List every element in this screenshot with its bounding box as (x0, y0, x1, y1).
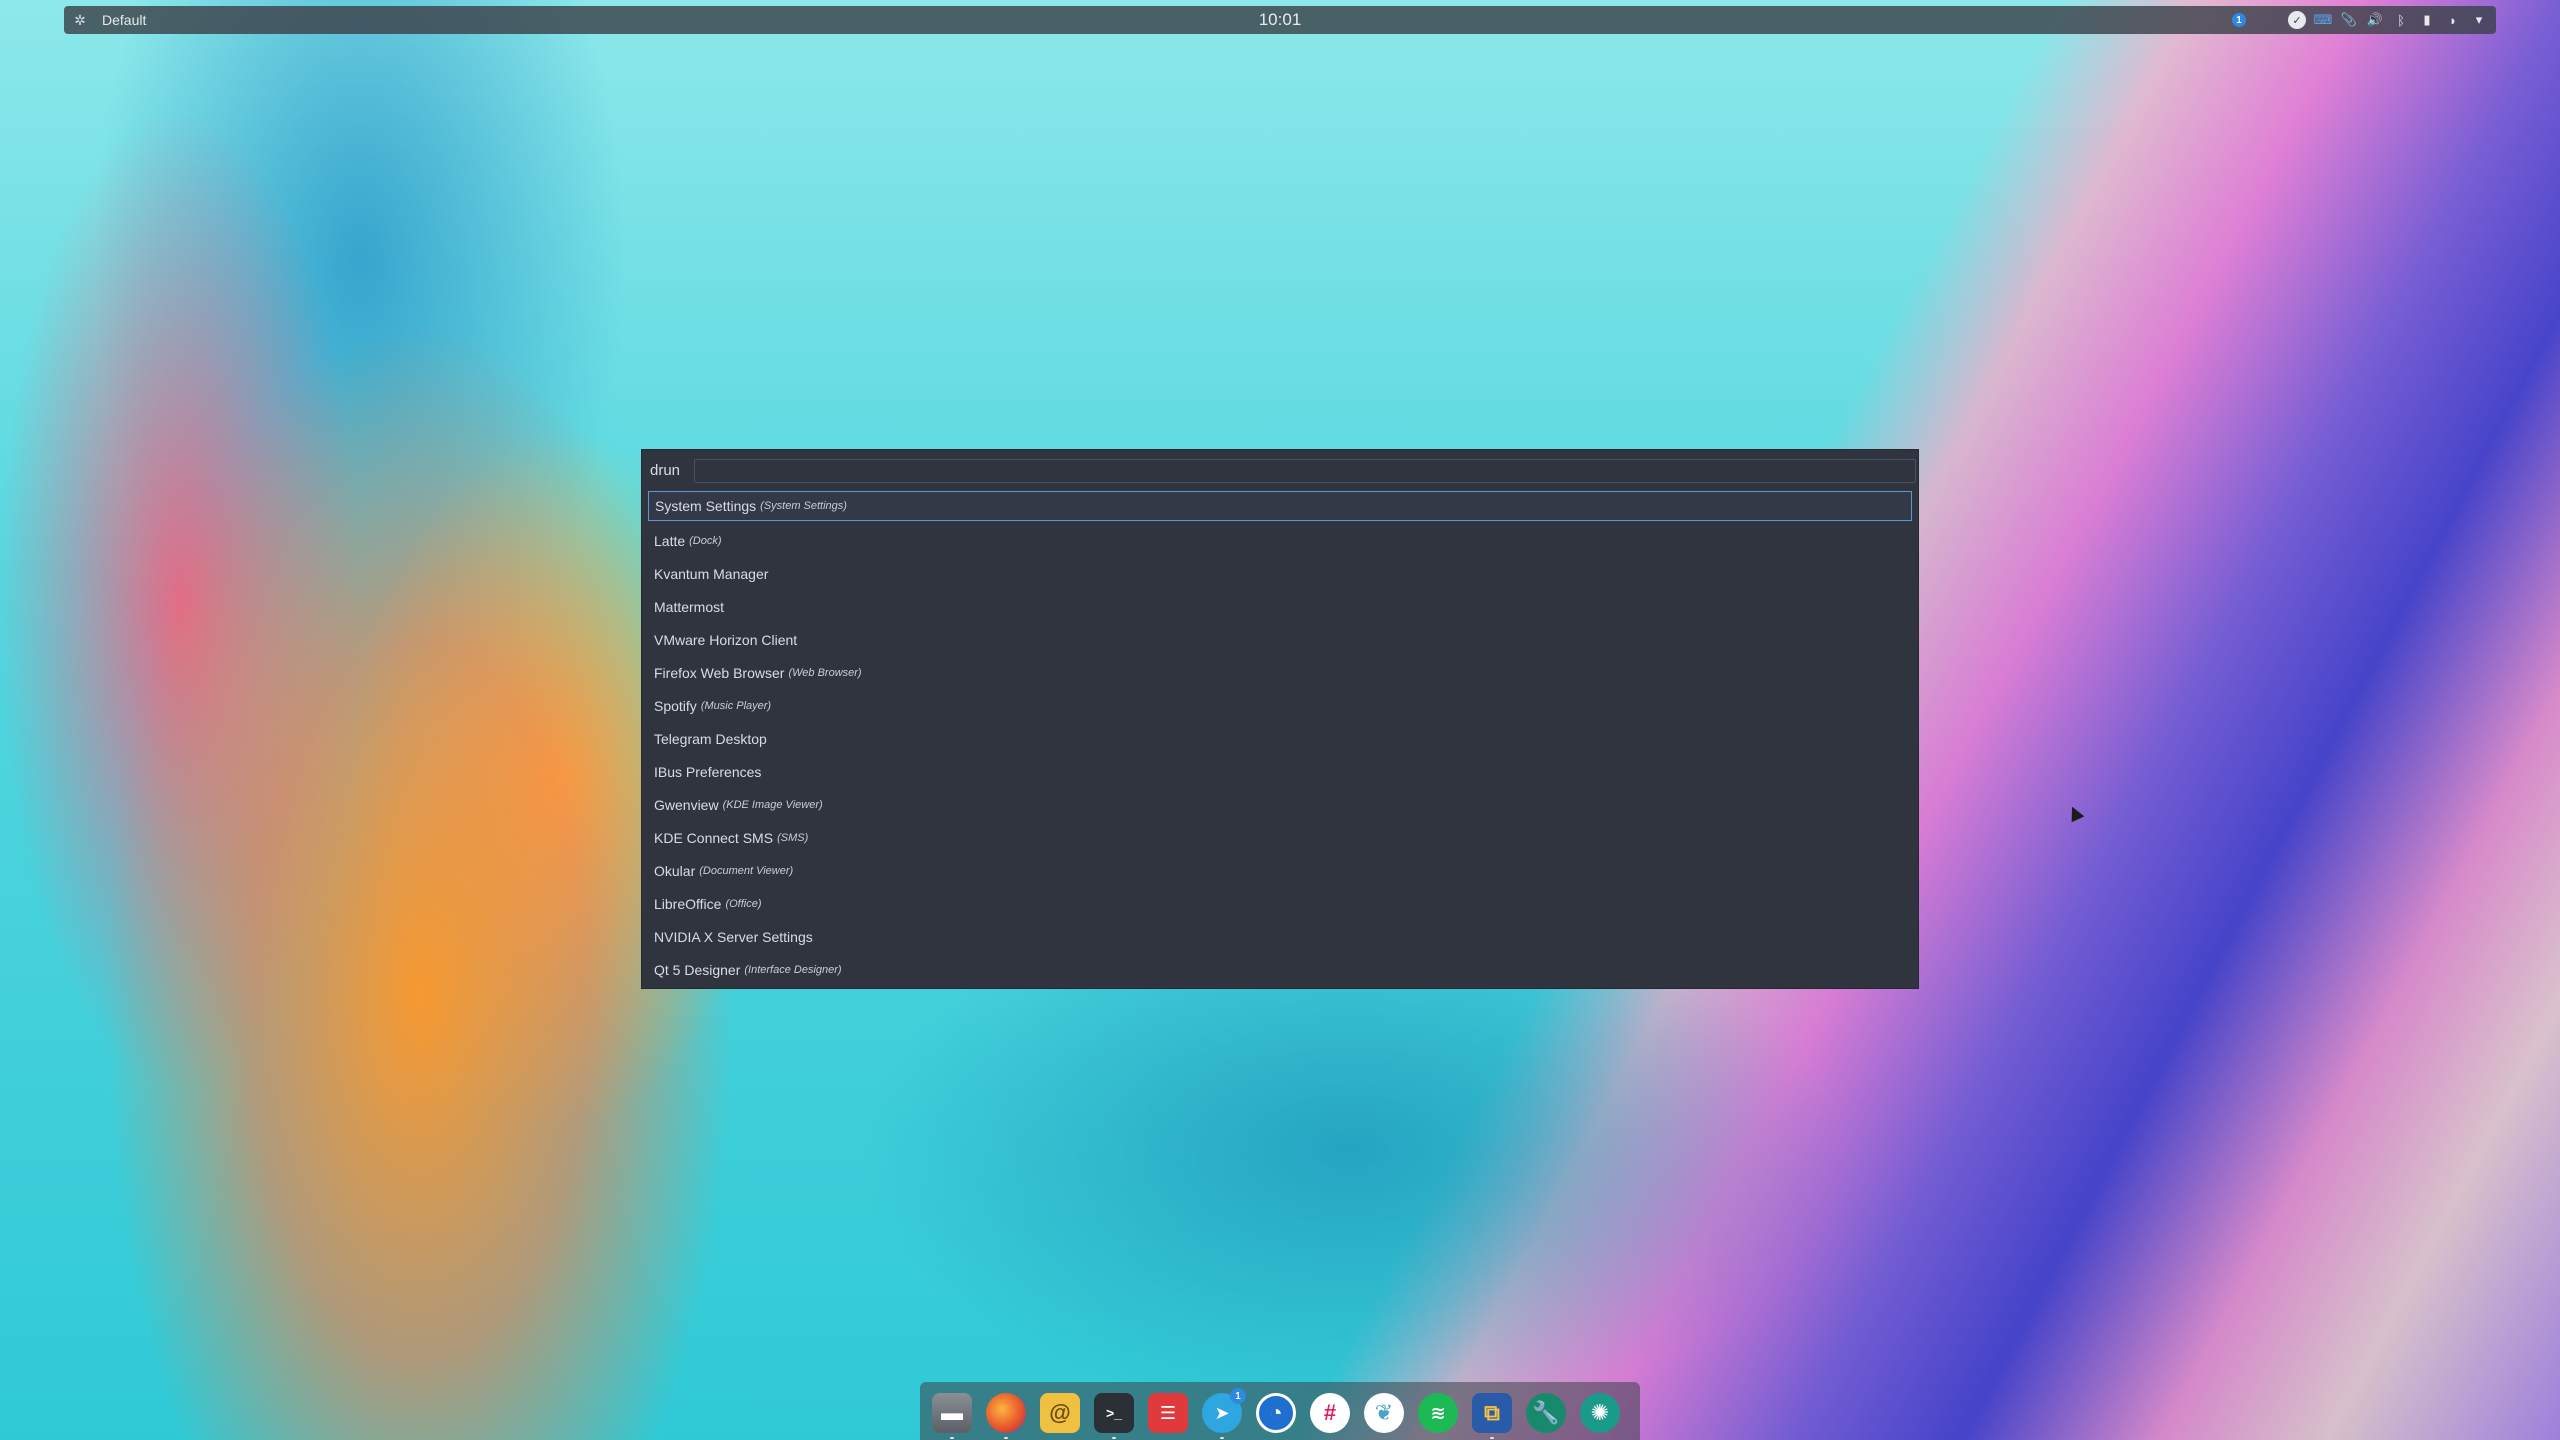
spotify-icon[interactable]: ≋ (1418, 1393, 1458, 1433)
result-generic-name: (Interface Designer) (744, 963, 842, 976)
checkmark-icon[interactable]: ✓ (2288, 11, 2306, 29)
coral-app-icon[interactable]: ❦ (1364, 1393, 1404, 1433)
clock[interactable]: 10:01 (1259, 10, 1302, 30)
launcher-result[interactable]: Firefox Web Browser (Web Browser) (648, 656, 1912, 689)
launcher-result[interactable]: Gwenview (KDE Image Viewer) (648, 788, 1912, 821)
result-name: Qt 5 Designer (654, 961, 741, 978)
battery-icon[interactable]: ▮ (2418, 11, 2436, 29)
wifi-icon[interactable]: ◗ (2444, 11, 2462, 29)
system-tray: 1 ✓ ⌨ 📎 🔊 ᛒ ▮ ◗ ▾ (2232, 9, 2488, 31)
result-name: LibreOffice (654, 895, 722, 912)
mode-label: drun (650, 462, 681, 479)
launcher-result[interactable]: Qt 5 Designer (Interface Designer) (648, 953, 1912, 986)
result-name: Latte (654, 532, 686, 549)
launcher-result[interactable]: Latte (Dock) (648, 524, 1912, 557)
clipboard-icon[interactable]: 📎 (2340, 11, 2358, 29)
search-input[interactable] (694, 459, 1916, 483)
result-name: Okular (654, 862, 696, 879)
launcher-result[interactable]: System Settings (System Settings) (648, 491, 1912, 521)
vmware-horizon-icon[interactable]: ⧉ (1472, 1393, 1512, 1439)
result-name: KDE Connect SMS (654, 829, 774, 846)
application-menu-icon[interactable]: ✲ (70, 10, 90, 30)
result-generic-name: (Dock) (689, 534, 722, 547)
result-generic-name: (System Settings) (760, 500, 847, 512)
result-name: Spotify (654, 697, 697, 714)
notification-badge-icon[interactable]: 1 (2232, 13, 2246, 27)
volume-icon[interactable]: 🔊 (2366, 11, 2384, 29)
prompt-row: drun (650, 459, 1916, 483)
launcher-result[interactable]: Okular (Document Viewer) (648, 854, 1912, 887)
top-panel: ✲ Default 10:01 1 ✓ ⌨ 📎 🔊 ᛒ ▮ ◗ ▾ (64, 6, 2496, 34)
launcher-result[interactable]: Spotify (Music Player) (648, 689, 1912, 722)
result-generic-name: (SMS) (777, 831, 809, 844)
app-launcher: drun System Settings (System Settings) Lat… (641, 449, 1919, 989)
keyboard-layout-icon[interactable]: ⌨ (2314, 11, 2333, 29)
result-generic-name: (KDE Image Viewer) (722, 798, 823, 811)
result-name: Kvantum Manager (654, 565, 769, 582)
result-name: NVIDIA X Server Settings (654, 928, 813, 945)
mattermost-icon[interactable]: ◔ (1256, 1393, 1296, 1433)
firefox-icon[interactable] (986, 1393, 1026, 1439)
task-list-icon[interactable]: ☰ (1148, 1393, 1188, 1433)
result-name: IBus Preferences (654, 763, 762, 780)
dock: ▬ @ >_ ☰ ➤ 1 ◔ # ❦ ≋ ⧉ 🔧 ✺ (920, 1382, 1640, 1440)
launcher-result[interactable]: Telegram Desktop (648, 722, 1912, 755)
launcher-result[interactable]: VMware Horizon Client (648, 623, 1912, 656)
wrench-tool-icon[interactable]: 🔧 (1526, 1393, 1566, 1433)
result-name: Firefox Web Browser (654, 664, 785, 681)
bluetooth-icon[interactable]: ᛒ (2392, 11, 2410, 29)
telegram-badge: 1 (1230, 1388, 1246, 1404)
file-manager-icon[interactable]: ▬ (932, 1393, 972, 1439)
launcher-result[interactable]: KDE Connect SMS (SMS) (648, 821, 1912, 854)
results-list: System Settings (System Settings) Latte (Do… (648, 491, 1912, 986)
result-generic-name: (Document Viewer) (699, 864, 794, 877)
result-name: Gwenview (654, 796, 719, 813)
result-name: System Settings (655, 498, 757, 514)
result-name: VMware Horizon Client (654, 631, 798, 648)
chevron-down-icon[interactable]: ▾ (2470, 11, 2488, 29)
terminal-icon[interactable]: >_ (1094, 1393, 1134, 1439)
launcher-result[interactable]: IBus Preferences (648, 755, 1912, 788)
result-generic-name: (Web Browser) (788, 666, 862, 679)
launcher-result[interactable]: NVIDIA X Server Settings (648, 920, 1912, 953)
result-name: Mattermost (654, 598, 725, 615)
launcher-result[interactable]: Kvantum Manager (648, 557, 1912, 590)
launcher-result[interactable]: LibreOffice (Office) (648, 887, 1912, 920)
result-generic-name: (Office) (725, 897, 762, 910)
mail-icon[interactable]: @ (1040, 1393, 1080, 1433)
telegram-icon[interactable]: ➤ 1 (1202, 1388, 1246, 1439)
result-name: Telegram Desktop (654, 730, 767, 747)
launcher-result[interactable]: Mattermost (648, 590, 1912, 623)
activity-label[interactable]: Default (102, 12, 146, 28)
result-generic-name: (Music Player) (700, 699, 772, 712)
aperture-icon[interactable]: ✺ (1580, 1393, 1620, 1433)
slack-icon[interactable]: # (1310, 1393, 1350, 1433)
